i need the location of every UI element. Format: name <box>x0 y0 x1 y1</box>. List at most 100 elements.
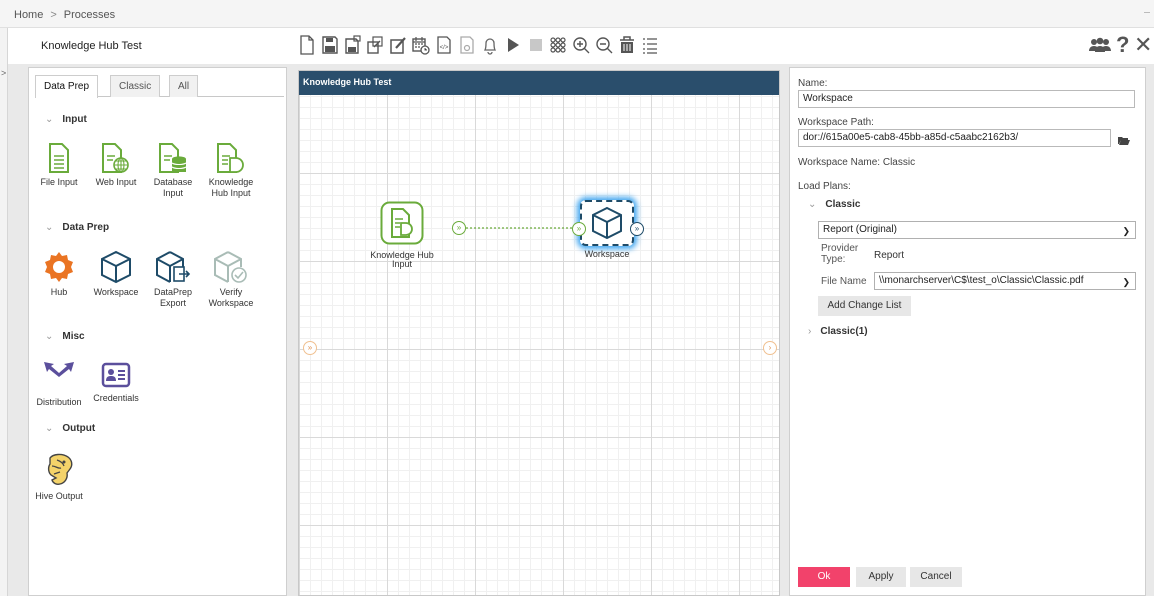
save-icon[interactable] <box>321 35 339 55</box>
file-name-label: File Name <box>821 276 867 287</box>
report-select[interactable]: Report (Original) ❯ <box>818 221 1136 239</box>
save-as-icon[interactable] <box>344 35 362 55</box>
provider-type-label: Provider Type: <box>821 243 859 265</box>
import-icon[interactable] <box>458 35 476 55</box>
section-data-prep[interactable]: ⌄ Data Prep <box>45 222 109 233</box>
breadcrumb-separator: > <box>50 9 57 21</box>
folder-open-icon[interactable] <box>1118 135 1130 145</box>
toolbar: Knowledge Hub Test </> ? ✕ <box>8 28 1154 64</box>
process-canvas[interactable]: Knowledge Hub Test Knowledge Hub Input »… <box>298 70 780 596</box>
collapse-caret-icon[interactable]: ⌄ <box>45 222 53 233</box>
tool-verify-workspace[interactable]: Verify Workspace <box>205 250 257 309</box>
side-collapse-strip[interactable]: > <box>0 28 8 596</box>
collapse-caret-icon[interactable]: ⌄ <box>45 331 53 342</box>
grid-icon[interactable] <box>549 35 567 55</box>
canvas-title: Knowledge Hub Test <box>299 71 779 95</box>
left-scroll-handle[interactable]: » <box>303 341 317 355</box>
tool-hive-output[interactable]: Hive Output <box>33 452 85 502</box>
schedule-icon[interactable] <box>412 35 430 55</box>
connector-line[interactable] <box>466 226 572 230</box>
tool-web-input[interactable]: Web Input <box>90 142 142 188</box>
file-input-icon <box>49 143 69 173</box>
knowledge-hub-input-icon <box>217 143 244 173</box>
tool-file-input[interactable]: File Input <box>33 142 85 188</box>
zoom-in-icon[interactable] <box>572 35 590 55</box>
expand-caret-icon[interactable]: › <box>808 326 811 337</box>
collapse-caret-icon[interactable]: ⌄ <box>808 199 816 210</box>
hub-icon <box>45 252 73 282</box>
breadcrumb-current[interactable]: Processes <box>64 9 115 21</box>
resize-icon[interactable] <box>366 35 384 55</box>
collapse-caret-icon[interactable]: ⌄ <box>45 423 53 434</box>
svg-text:</>: </> <box>440 45 449 51</box>
load-plans-label: Load Plans: <box>798 181 851 192</box>
tool-credentials[interactable]: Credentials <box>90 360 142 404</box>
ok-button[interactable]: Ok <box>798 567 850 587</box>
knowledge-hub-input-icon <box>380 201 424 245</box>
breadcrumb-home[interactable]: Home <box>14 9 43 21</box>
verify-workspace-icon <box>214 251 247 283</box>
process-name: Knowledge Hub Test <box>41 40 142 52</box>
section-input[interactable]: ⌄ Input <box>45 114 87 125</box>
name-label: Name: <box>798 78 828 89</box>
edit-icon[interactable] <box>389 35 407 55</box>
node-label: Knowledge Hub Input <box>370 250 434 269</box>
workspace-path-label: Workspace Path: <box>798 117 874 128</box>
breadcrumb-bar: Home > Processes <box>0 0 1154 28</box>
output-port-icon[interactable]: » <box>630 222 644 236</box>
selected-node-frame <box>580 200 634 246</box>
tool-palette: Data Prep Classic All ⌄ Input File Input … <box>28 67 287 596</box>
provider-type-value: Report <box>874 250 905 261</box>
close-icon[interactable]: ✕ <box>1134 32 1152 58</box>
tool-database-input[interactable]: Database Input <box>147 142 199 199</box>
workspace-icon <box>592 206 622 240</box>
new-icon[interactable] <box>298 35 316 55</box>
delete-icon[interactable] <box>618 35 636 55</box>
workspace-name: Workspace Name: Classic <box>798 157 916 168</box>
tool-dataprep-export[interactable]: DataPrep Export <box>147 250 199 309</box>
database-input-icon <box>159 143 187 173</box>
section-misc[interactable]: ⌄ Misc <box>45 331 85 342</box>
tool-distribution[interactable]: Distribution <box>33 360 85 408</box>
palette-tabs: Data Prep Classic All <box>35 75 284 98</box>
export-icon[interactable]: </> <box>435 35 453 55</box>
zoom-out-icon[interactable] <box>595 35 613 55</box>
cancel-button[interactable]: Cancel <box>910 567 962 587</box>
name-field[interactable]: Workspace <box>798 90 1135 108</box>
tab-all[interactable]: All <box>169 75 199 97</box>
play-icon[interactable] <box>504 35 522 55</box>
output-port-icon[interactable]: » <box>452 221 466 235</box>
tool-hub[interactable]: Hub <box>33 250 85 298</box>
list-icon[interactable] <box>641 35 659 55</box>
plan-classic-header[interactable]: ⌄ Classic <box>808 199 860 210</box>
expand-chevron-icon[interactable]: > <box>1 68 6 78</box>
collapse-caret-icon[interactable]: ⌄ <box>45 114 53 125</box>
users-icon[interactable] <box>1088 37 1112 55</box>
tab-classic[interactable]: Classic <box>110 75 161 97</box>
add-change-list-button[interactable]: Add Change List <box>818 296 911 316</box>
right-scroll-handle[interactable]: › <box>763 341 777 355</box>
plan-classic-1-header[interactable]: › Classic(1) <box>808 326 868 337</box>
distribution-icon <box>44 362 74 393</box>
workspace-icon <box>101 250 131 284</box>
hive-output-icon <box>47 453 73 485</box>
chevron-down-icon: ❯ <box>1122 226 1130 236</box>
node-label: Workspace <box>584 249 630 259</box>
apply-button[interactable]: Apply <box>856 567 906 587</box>
tab-data-prep[interactable]: Data Prep <box>35 75 99 98</box>
workspace-path-field[interactable]: dor://615a00e5-cab8-45bb-a85d-c5aabc2162… <box>798 129 1111 147</box>
bell-icon[interactable] <box>481 35 499 55</box>
help-icon[interactable]: ? <box>1116 32 1129 58</box>
section-output[interactable]: ⌄ Output <box>45 423 95 434</box>
tool-workspace[interactable]: Workspace <box>90 250 142 298</box>
file-name-select[interactable]: \\monarchserver\C$\test_o\Classic\Classi… <box>874 272 1136 290</box>
credentials-icon <box>101 362 131 388</box>
node-knowledge-hub-input[interactable]: Knowledge Hub Input <box>362 201 442 269</box>
minimize-icon[interactable] <box>1144 12 1150 13</box>
chevron-down-icon: ❯ <box>1122 277 1130 287</box>
input-port-icon[interactable]: » <box>572 222 586 236</box>
tool-knowledge-hub-input[interactable]: Knowledge Hub Input <box>205 142 257 199</box>
dataprep-export-icon <box>156 251 191 283</box>
web-input-icon <box>102 143 129 173</box>
stop-icon[interactable] <box>527 35 545 55</box>
